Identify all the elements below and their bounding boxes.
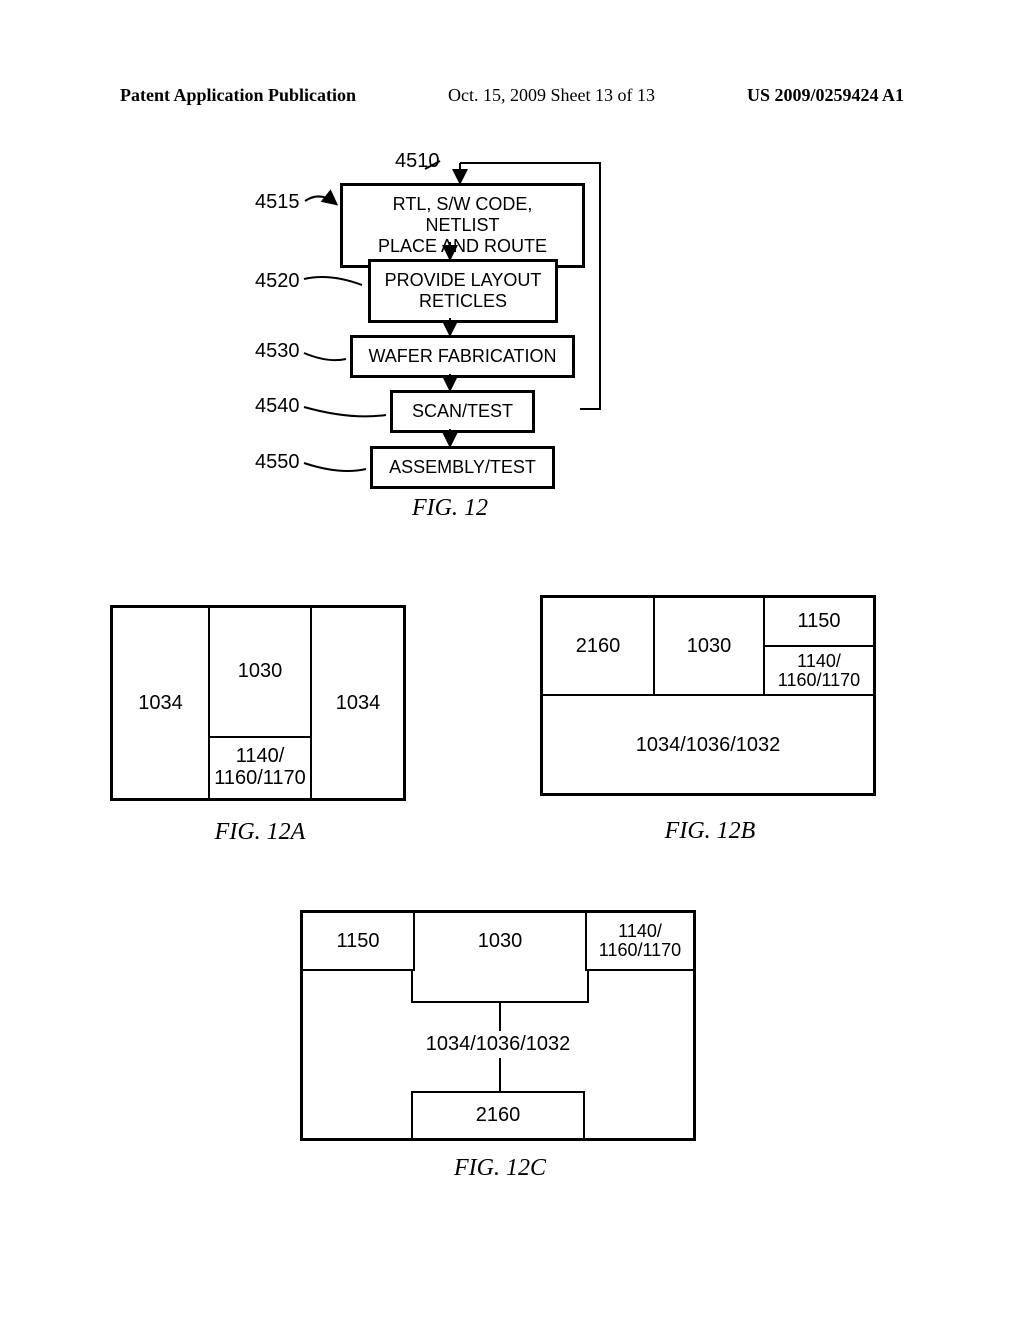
box-4515-line1: RTL, S/W CODE, NETLIST — [355, 194, 570, 236]
fig12a-outer: 1034 1030 1140/ 1160/1170 1034 — [110, 605, 406, 801]
fig12b-1030: 1030 — [655, 596, 765, 696]
fig12c-1030-extend — [411, 971, 589, 1003]
fig12c-2160: 2160 — [411, 1091, 585, 1140]
ref-4530: 4530 — [255, 340, 300, 363]
ref-4510: 4510 — [395, 150, 440, 173]
figure-12b: 2160 1030 1150 1140/ 1160/1170 1034/1036… — [540, 595, 880, 845]
fig12c-1140-l1: 1140/ — [618, 922, 662, 941]
fig12b-outer: 2160 1030 1150 1140/ 1160/1170 1034/1036… — [540, 595, 876, 796]
fig12a-1034-right: 1034 — [313, 608, 403, 798]
header-middle: Oct. 15, 2009 Sheet 13 of 13 — [448, 85, 655, 106]
header-left: Patent Application Publication — [120, 85, 356, 106]
fig12c-outer: 1150 1030 1140/ 1160/1170 1034/1036/1032… — [300, 910, 696, 1141]
fig12c-1140-l2: 1160/1170 — [599, 941, 681, 960]
box-4520: PROVIDE LAYOUT RETICLES — [368, 259, 558, 323]
fig12a-1140-l2: 1160/1170 — [214, 767, 306, 789]
patent-page: Patent Application Publication Oct. 15, … — [0, 0, 1024, 1320]
box-4520-line1: PROVIDE LAYOUT — [383, 270, 543, 291]
box-4530: WAFER FABRICATION — [350, 335, 575, 378]
box-4540: SCAN/TEST — [390, 390, 535, 433]
fig12b-right-col: 1150 1140/ 1160/1170 — [765, 596, 875, 696]
fig12a-1140-l1: 1140/ — [236, 745, 285, 767]
fig12b-top-row: 2160 1030 1150 1140/ 1160/1170 — [541, 596, 875, 696]
page-header: Patent Application Publication Oct. 15, … — [120, 85, 904, 106]
fig12a-1030: 1030 — [210, 606, 310, 736]
fig12c-1140: 1140/ 1160/1170 — [585, 911, 695, 971]
box-4550: ASSEMBLY/TEST — [370, 446, 555, 489]
box-4550-text: ASSEMBLY/TEST — [385, 457, 540, 478]
fig12a-1034-left: 1034 — [113, 608, 208, 798]
fig12c-top-row: 1150 1030 1140/ 1160/1170 — [301, 911, 695, 971]
ref-4540: 4540 — [255, 395, 300, 418]
fig12c-1030: 1030 — [415, 911, 585, 971]
box-4520-line2: RETICLES — [383, 291, 543, 312]
ref-4550: 4550 — [255, 451, 300, 474]
fig12b-1140-l1: 1140/ — [797, 652, 841, 671]
figure-12c: 1150 1030 1140/ 1160/1170 1034/1036/1032… — [300, 910, 700, 1182]
fig12c-mid: 1034/1036/1032 — [303, 1033, 693, 1056]
fig12b-bottom: 1034/1036/1032 — [543, 698, 873, 793]
box-4540-text: SCAN/TEST — [405, 401, 520, 422]
box-4515: RTL, S/W CODE, NETLIST PLACE AND ROUTE — [340, 183, 585, 268]
fig12b-2160: 2160 — [541, 596, 655, 696]
fig12a-1140: 1140/ 1160/1170 — [210, 736, 310, 796]
box-4515-line2: PLACE AND ROUTE — [355, 236, 570, 257]
fig12c-caption: FIG. 12C — [300, 1155, 700, 1182]
ref-4515: 4515 — [255, 191, 300, 214]
ref-4520: 4520 — [255, 270, 300, 293]
fig12b-1140: 1140/ 1160/1170 — [765, 645, 873, 694]
header-right: US 2009/0259424 A1 — [747, 85, 904, 106]
fig12b-caption: FIG. 12B — [540, 818, 880, 845]
fig12a-center-col: 1030 1140/ 1160/1170 — [208, 606, 312, 800]
fig12-caption: FIG. 12 — [280, 495, 620, 522]
fig12c-1150: 1150 — [301, 911, 415, 971]
figure-12a: 1034 1030 1140/ 1160/1170 1034 FIG. 12A — [110, 605, 410, 846]
fig12b-1150: 1150 — [765, 598, 873, 645]
fig12b-1140-l2: 1160/1170 — [778, 671, 860, 690]
fig12a-caption: FIG. 12A — [110, 819, 410, 846]
box-4530-text: WAFER FABRICATION — [365, 346, 560, 367]
